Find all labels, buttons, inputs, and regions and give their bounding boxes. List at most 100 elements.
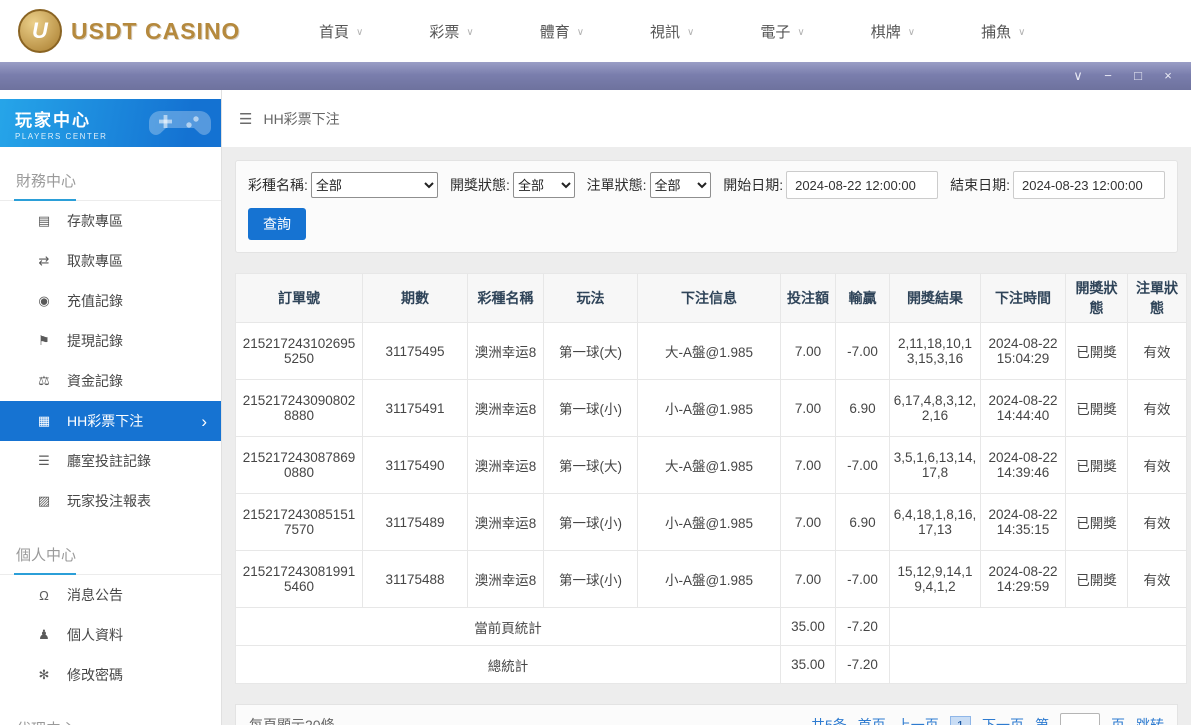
bet-status-label: 注單狀態: (587, 175, 647, 195)
jump-label-post: 页 (1111, 715, 1125, 725)
logo[interactable]: U USDT CASINO (18, 9, 258, 53)
cell-bet-info: 小-A盤@1.985 (638, 494, 781, 551)
gamepad-icon (147, 106, 213, 140)
room-bet-record-icon: ☰ (36, 453, 52, 469)
per-page-info: 每頁顯示20條 (249, 715, 335, 725)
draw-status-label: 開獎狀態: (450, 175, 510, 195)
cell-draw-status: 已開獎 (1066, 551, 1128, 608)
sidebar-item[interactable]: ⇄取款專區 (0, 241, 221, 281)
bet-status-select[interactable]: 全部 (650, 172, 712, 198)
nav-item-7[interactable]: 捕魚∨ (948, 0, 1058, 62)
sidebar-item[interactable]: ✻修改密碼 (0, 655, 221, 695)
cashout-record-icon: ⚑ (36, 333, 52, 349)
nav-item-label: 捕魚 (981, 21, 1011, 42)
cell-order-no: 2152172430819915460 (236, 551, 363, 608)
player-report-icon: ▨ (36, 493, 52, 509)
sidebar-item-label: 個人資料 (67, 625, 123, 645)
nav-item-6[interactable]: 棋牌∨ (838, 0, 948, 62)
first-page-link[interactable]: 首页 (858, 715, 886, 725)
column-header: 下注時間 (981, 274, 1066, 323)
sidebar-item[interactable]: ☰ 廳室投註記錄 (0, 441, 221, 481)
cell-bet-info: 大-A盤@1.985 (638, 323, 781, 380)
sidebar-item[interactable]: ⚖資金記錄 (0, 361, 221, 401)
window-collapse-icon[interactable]: ∨ (1063, 62, 1093, 90)
sidebar-section-title: 個人中心 (0, 535, 221, 575)
cell-draw-result: 2,11,18,10,13,15,3,16 (890, 323, 981, 380)
column-header: 訂單號 (236, 274, 363, 323)
table-header-row: 訂單號期數彩種名稱玩法下注信息投注額輸贏開獎結果下注時間開獎狀態注單狀態 (236, 274, 1187, 323)
cell-period: 31175495 (363, 323, 468, 380)
sidebar-item[interactable]: ⚑提現記錄 (0, 321, 221, 361)
sidebar-item[interactable]: ▤存款專區 (0, 201, 221, 241)
window-minimize-icon[interactable]: − (1093, 62, 1123, 90)
column-header: 投注額 (781, 274, 836, 323)
cell-bet-time: 2024-08-22 14:39:46 (981, 437, 1066, 494)
nav-item-label: 電子 (760, 21, 790, 42)
sidebar-item[interactable]: Ω消息公告 (0, 575, 221, 615)
cell-win-loss: -7.00 (836, 323, 890, 380)
content-area: 彩種名稱: 全部 開獎狀態: 全部 注單狀態: 全部 開始日期: (222, 147, 1191, 725)
sidebar-item-label: 消息公告 (67, 585, 123, 605)
window-maximize-icon[interactable]: □ (1123, 62, 1153, 90)
cell-draw-result: 15,12,9,14,19,4,1,2 (890, 551, 981, 608)
nav-item-5[interactable]: 電子 ∨ (727, 0, 837, 62)
cell-lottery-name: 澳洲幸运8 (468, 323, 544, 380)
gear-icon: ✻ (36, 667, 52, 683)
sidebar-item[interactable]: ♟個人資料 (0, 615, 221, 655)
filter-row: 彩種名稱: 全部 開獎狀態: 全部 注單狀態: 全部 開始日期: (248, 171, 1165, 199)
pager: 共5条 首页 上一页 1 下一页 第 页 跳转 (811, 713, 1164, 725)
chevron-down-icon: ∨ (797, 27, 804, 38)
start-date-input[interactable] (786, 171, 938, 199)
cell-draw-status: 已開獎 (1066, 323, 1128, 380)
cell-period: 31175488 (363, 551, 468, 608)
prev-page-link[interactable]: 上一页 (897, 715, 939, 725)
pagination-bar: 每頁顯示20條 共5条 首页 上一页 1 下一页 第 页 跳转 (235, 704, 1178, 725)
menu-toggle-icon[interactable]: ☰ (239, 110, 252, 128)
draw-status-select[interactable]: 全部 (513, 172, 575, 198)
nav-item-4[interactable]: 視訊∨ (617, 0, 727, 62)
search-button[interactable]: 查詢 (248, 208, 306, 240)
sidebar-item[interactable]: ▨ 玩家投注報表 (0, 481, 221, 521)
sidebar-item[interactable]: ◉充值記錄 (0, 281, 221, 321)
total-summary-label: 總統計 (236, 646, 781, 684)
column-header: 注單狀態 (1128, 274, 1187, 323)
breadcrumb-bar: ☰ HH彩票下注 (222, 90, 1191, 147)
jump-button[interactable]: 跳转 (1136, 715, 1164, 725)
cell-play-type: 第一球(大) (544, 323, 638, 380)
cell-bet-time: 2024-08-22 14:44:40 (981, 380, 1066, 437)
cell-lottery-name: 澳洲幸运8 (468, 494, 544, 551)
cell-win-loss: 6.90 (836, 494, 890, 551)
sidebar-item[interactable]: ▦HH彩票下注› (0, 401, 221, 441)
nav-item-3[interactable]: 體育∨ (507, 0, 617, 62)
window-close-icon[interactable]: × (1153, 62, 1183, 90)
cell-bet-time: 2024-08-22 14:35:15 (981, 494, 1066, 551)
sidebar-item-label: 存款專區 (67, 211, 123, 231)
end-date-input[interactable] (1013, 171, 1165, 199)
cell-period: 31175489 (363, 494, 468, 551)
total-summary-row: 總統計 35.00 -7.20 (236, 646, 1187, 684)
cell-lottery-name: 澳洲幸运8 (468, 380, 544, 437)
column-header: 玩法 (544, 274, 638, 323)
nav-item-label: 體育 (540, 21, 570, 42)
cell-play-type: 第一球(小) (544, 551, 638, 608)
table-row: 2152172430908028880 31175491 澳洲幸运8 第一球(小… (236, 380, 1187, 437)
cell-draw-status: 已開獎 (1066, 437, 1128, 494)
nav-item-label: 首頁 (319, 21, 349, 42)
nav-item-2[interactable]: 彩票∨ (396, 0, 506, 62)
chevron-down-icon: ∨ (908, 27, 915, 38)
current-page[interactable]: 1 (950, 716, 971, 725)
sidebar-item-label: 廳室投註記錄 (67, 451, 151, 471)
cell-order-no: 2152172430908028880 (236, 380, 363, 437)
page-jump-input[interactable] (1060, 713, 1100, 725)
cell-order-no: 2152172430851517570 (236, 494, 363, 551)
next-page-link[interactable]: 下一页 (982, 715, 1024, 725)
app-window: U USDT CASINO 首頁∨彩票∨體育∨視訊∨電子∨棋牌∨捕魚∨ ∨ − … (0, 0, 1191, 725)
main-nav: 首頁∨彩票∨體育∨視訊∨電子∨棋牌∨捕魚∨ (258, 0, 1173, 62)
nav-item-1[interactable]: 首頁∨ (286, 0, 396, 62)
jump-label-pre: 第 (1035, 715, 1049, 725)
page-summary-row: 當前頁統計 35.00 -7.20 (236, 608, 1187, 646)
sidebar-item-label: 玩家投注報表 (67, 491, 151, 511)
cell-bet-amount: 7.00 (781, 380, 836, 437)
lottery-name-select[interactable]: 全部 (311, 172, 438, 198)
cell-win-loss: -7.00 (836, 551, 890, 608)
